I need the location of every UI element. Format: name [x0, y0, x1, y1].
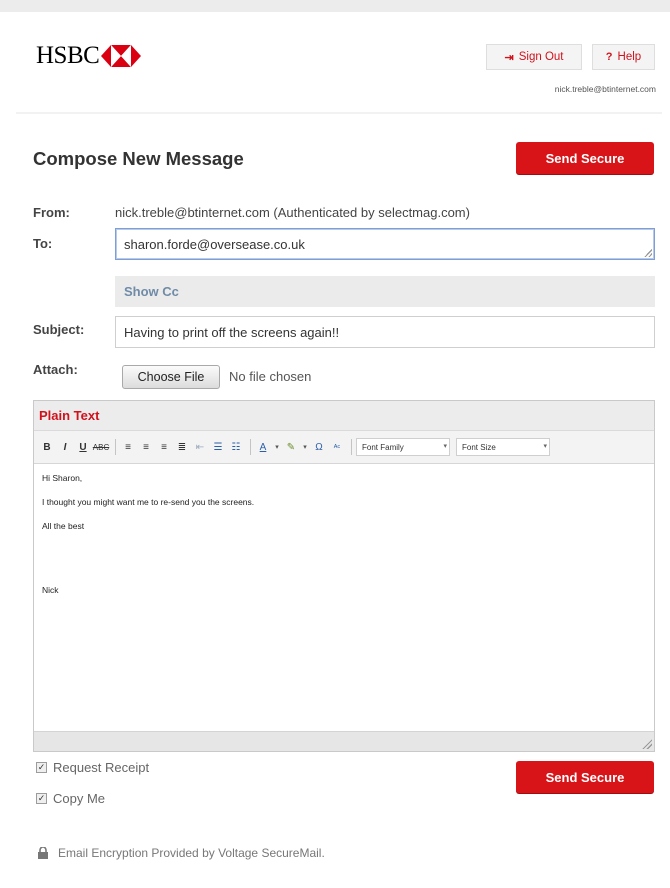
- body-line: Hi Sharon,: [42, 473, 83, 483]
- copy-me-checkbox[interactable]: ✓ Copy Me: [36, 791, 105, 806]
- toolbar-separator: [115, 439, 116, 455]
- subject-field[interactable]: Having to print off the screens again!!: [115, 316, 655, 348]
- subject-label: Subject:: [33, 322, 85, 337]
- body-line: All the best: [42, 521, 85, 531]
- copy-me-label: Copy Me: [53, 791, 106, 806]
- sign-out-icon: ⇥: [504, 51, 514, 64]
- to-field[interactable]: sharon.forde@oversease.co.uk: [115, 228, 655, 260]
- subject-value: Having to print off the screens again!!: [124, 324, 340, 340]
- plain-text-tab[interactable]: Plain Text: [34, 401, 654, 431]
- text-color-icon[interactable]: A: [255, 438, 271, 456]
- sign-out-button[interactable]: ⇥ Sign Out: [486, 44, 582, 70]
- align-right-icon[interactable]: ≡: [156, 438, 172, 456]
- chevron-down-icon: ▾: [443, 443, 447, 450]
- hsbc-logo: HSBC: [36, 42, 142, 70]
- highlight-icon[interactable]: ✎: [283, 438, 299, 456]
- bold-icon[interactable]: B: [39, 438, 55, 456]
- italic-icon[interactable]: I: [57, 438, 73, 456]
- body-line: I thought you might want me to re-send y…: [42, 497, 255, 507]
- page-title: Compose New Message: [33, 148, 244, 169]
- help-button[interactable]: ? Help: [592, 44, 655, 70]
- checkbox-checked-icon[interactable]: ✓: [36, 762, 47, 773]
- toolbar-separator: [351, 439, 352, 455]
- no-file-text: No file chosen: [229, 369, 312, 384]
- request-receipt-label: Request Receipt: [53, 760, 150, 775]
- toolbar-separator: [250, 439, 251, 455]
- resize-grip-icon[interactable]: [644, 249, 652, 257]
- question-icon: ?: [605, 51, 613, 63]
- outdent-icon[interactable]: ⇤: [192, 438, 208, 456]
- header-divider: [16, 112, 662, 114]
- from-label: From:: [33, 205, 70, 220]
- help-label: Help: [617, 51, 642, 63]
- spellcheck-icon[interactable]: ᴬᶜ: [329, 438, 345, 456]
- choose-file-button[interactable]: Choose File: [122, 365, 220, 389]
- checkbox-checked-icon[interactable]: ✓: [36, 793, 47, 804]
- lock-icon: [38, 847, 48, 859]
- send-secure-button-top[interactable]: Send Secure: [516, 142, 654, 174]
- encryption-text: Email Encryption Provided by Voltage Sec…: [58, 846, 325, 860]
- hsbc-hexagon-icon: [101, 45, 142, 67]
- editor-toolbar: B I U ABC ≡ ≡ ≡ ≣ ⇤ ☰ ☷ A ▾ ✎ ▾ Ω ᴬᶜ Fon…: [34, 431, 654, 464]
- align-left-icon[interactable]: ≡: [120, 438, 136, 456]
- to-label: To:: [33, 236, 53, 251]
- user-email: nick.treble@btinternet.com: [554, 84, 656, 94]
- logo-text: HSBC: [36, 42, 100, 69]
- top-border: [0, 0, 670, 12]
- special-char-icon[interactable]: Ω: [311, 438, 327, 456]
- font-size-label: Font Size: [462, 442, 496, 452]
- message-editor: Plain Text B I U ABC ≡ ≡ ≡ ≣ ⇤ ☰ ☷ A ▾ ✎…: [33, 400, 655, 752]
- font-family-label: Font Family: [362, 442, 404, 452]
- numbered-list-icon[interactable]: ☷: [228, 438, 244, 456]
- dropdown-arrow-icon[interactable]: ▾: [301, 438, 309, 456]
- footer: Email Encryption Provided by Voltage Sec…: [38, 846, 325, 860]
- show-cc-button[interactable]: Show Cc: [115, 276, 655, 307]
- dropdown-arrow-icon[interactable]: ▾: [273, 438, 281, 456]
- send-secure-button-bottom[interactable]: Send Secure: [516, 761, 654, 793]
- header: HSBC ⇥ Sign Out ? Help nick.treble@btint…: [16, 22, 666, 110]
- sign-out-label: Sign Out: [518, 51, 564, 63]
- request-receipt-checkbox[interactable]: ✓ Request Receipt: [36, 760, 149, 775]
- font-size-select[interactable]: Font Size ▾: [456, 438, 550, 456]
- bullet-list-icon[interactable]: ☰: [210, 438, 226, 456]
- message-body[interactable]: Hi Sharon, I thought you might want me t…: [34, 464, 654, 596]
- chevron-down-icon: ▾: [543, 443, 547, 450]
- attach-label: Attach:: [33, 362, 78, 377]
- body-line: Nick: [42, 585, 59, 595]
- align-center-icon[interactable]: ≡: [138, 438, 154, 456]
- from-value: nick.treble@btinternet.com (Authenticate…: [115, 205, 470, 220]
- underline-icon[interactable]: U: [75, 438, 91, 456]
- strikethrough-icon[interactable]: ABC: [93, 438, 109, 456]
- resize-grip-icon[interactable]: [642, 739, 652, 749]
- to-value: sharon.forde@oversease.co.uk: [124, 236, 305, 252]
- align-justify-icon[interactable]: ≣: [174, 438, 190, 456]
- font-family-select[interactable]: Font Family ▾: [356, 438, 450, 456]
- editor-status-bar: [34, 731, 654, 751]
